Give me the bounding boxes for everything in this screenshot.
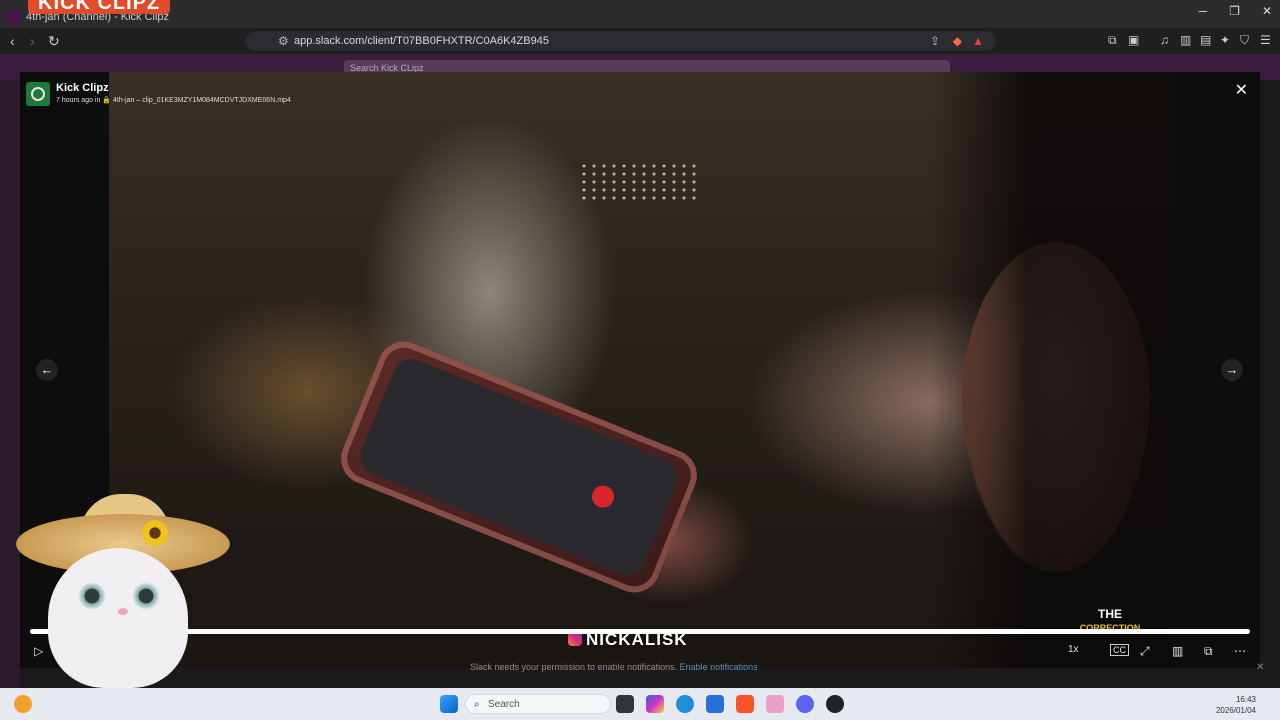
address-bar-row: ‹ › ↻ ☐ ⚙ app.slack.com/client/T07BB0FHX… <box>0 28 1280 54</box>
close-window-button[interactable]: ✕ <box>1262 4 1272 18</box>
cat-nose <box>118 608 128 615</box>
store-icon[interactable] <box>706 695 724 713</box>
video-player[interactable] <box>109 72 1171 668</box>
url-text: app.slack.com/client/T07BB0FHXTR/C0A6K4Z… <box>294 35 549 47</box>
windows-taskbar: ⌕ Search 16:43 2026/01/04 <box>0 688 1280 720</box>
brand-line-1: THE <box>1098 607 1122 621</box>
forward-arrow-icon[interactable]: › <box>30 33 35 49</box>
previous-arrow-icon[interactable]: ← <box>36 359 58 381</box>
leo-ai-icon[interactable]: ✦ <box>1220 33 1230 47</box>
obs-icon[interactable] <box>826 695 844 713</box>
brave-shield-icon[interactable]: ◆ <box>953 34 962 48</box>
task-view-icon[interactable] <box>616 695 634 713</box>
back-arrow-icon[interactable]: ‹ <box>10 33 15 49</box>
share-icon[interactable]: ⇪ <box>930 34 940 48</box>
stream-overlay-logo: KICK CLIPZ <box>28 0 171 14</box>
discord-icon[interactable] <box>796 695 814 713</box>
channel-link[interactable]: 4th-jan <box>113 97 134 104</box>
clock-time: 16:43 <box>1235 695 1256 704</box>
url-field[interactable]: ⚙ app.slack.com/client/T07BB0FHXTR/C0A6K… <box>246 31 996 51</box>
next-arrow-icon[interactable]: → <box>1221 359 1243 381</box>
captions-button[interactable]: CC <box>1110 644 1129 656</box>
banner-close-icon[interactable]: ✕ <box>1256 662 1264 673</box>
speed-button[interactable]: 1x <box>1068 644 1079 655</box>
fullscreen-icon[interactable]: ⤢ <box>1140 644 1150 659</box>
browser-titlebar: 4th-jan (Channel) - Kick Clipz ─ ❐ ✕ <box>0 0 1280 28</box>
file-sender-info: Kick Clipz 7 hours ago in 🔒 4th-jan – cl… <box>26 82 291 106</box>
menu-icon[interactable]: ☰ <box>1260 33 1271 47</box>
phone-screen <box>355 353 683 581</box>
weather-icon[interactable] <box>14 695 32 713</box>
search-icon: ⌕ <box>474 699 480 710</box>
video-phone <box>333 333 705 601</box>
edge-icon[interactable] <box>676 695 694 713</box>
music-icon[interactable]: ♫ <box>1160 33 1169 47</box>
cat-avatar-overlay <box>14 488 234 688</box>
more-options-icon[interactable]: ⋯ <box>1234 644 1246 658</box>
window-controls: ─ ❐ ✕ <box>1199 4 1272 18</box>
minimize-button[interactable]: ─ <box>1199 4 1208 18</box>
sunflower-icon <box>142 520 168 546</box>
start-icon[interactable] <box>440 695 458 713</box>
copilot-icon[interactable] <box>646 695 664 713</box>
clock-date: 2026/01/04 <box>1215 706 1256 715</box>
sidebar-icon[interactable]: ▥ <box>1180 33 1191 47</box>
brave-rewards-icon[interactable]: ▲ <box>972 34 984 48</box>
taskbar-search[interactable]: ⌕ Search <box>465 694 611 714</box>
notification-text: Slack needs your permission to enable no… <box>470 662 678 672</box>
lock-icon: 🔒 <box>102 97 112 104</box>
system-clock[interactable]: 16:43 2026/01/04 <box>1216 694 1256 716</box>
vpn-icon[interactable]: ⛉ <box>1240 33 1249 48</box>
picture-in-picture-icon[interactable]: ⧉ <box>1204 644 1213 659</box>
string-lights <box>579 162 699 202</box>
sender-name[interactable]: Kick Clipz <box>56 82 291 94</box>
maximize-button[interactable]: ❐ <box>1229 4 1240 18</box>
brave-browser-icon[interactable] <box>736 695 754 713</box>
notification-banner: Slack needs your permission to enable no… <box>470 662 758 672</box>
enable-notifications-link[interactable]: Enable notifications <box>680 662 758 672</box>
extensions-icon[interactable]: ⧉ <box>1108 33 1117 48</box>
reload-icon[interactable]: ↻ <box>48 33 60 50</box>
taskbar-search-label: Search <box>488 699 520 710</box>
cat-left-eye <box>78 582 106 610</box>
sidebar-toggle-icon[interactable]: ▥ <box>1172 644 1183 658</box>
media-icon[interactable]: ▣ <box>1128 33 1139 47</box>
sender-avatar[interactable] <box>26 82 50 106</box>
wallet-icon[interactable]: ▤ <box>1200 33 1211 47</box>
time-ago: 7 hours ago in <box>56 97 101 104</box>
file-meta: 7 hours ago in 🔒 4th-jan – clip_01KE3MZY… <box>56 97 291 104</box>
video-subject-hair <box>931 72 1171 668</box>
site-settings-icon[interactable]: ⚙ <box>278 34 289 48</box>
file-name: clip_01KE3MZY1M084MCDVTJDXME06N.mp4 <box>142 97 291 104</box>
close-viewer-icon[interactable]: ✕ <box>1235 80 1248 100</box>
slack-favicon-icon <box>6 10 20 24</box>
app-icon[interactable] <box>766 695 784 713</box>
cat-right-eye <box>132 582 160 610</box>
cat-head <box>48 548 188 688</box>
